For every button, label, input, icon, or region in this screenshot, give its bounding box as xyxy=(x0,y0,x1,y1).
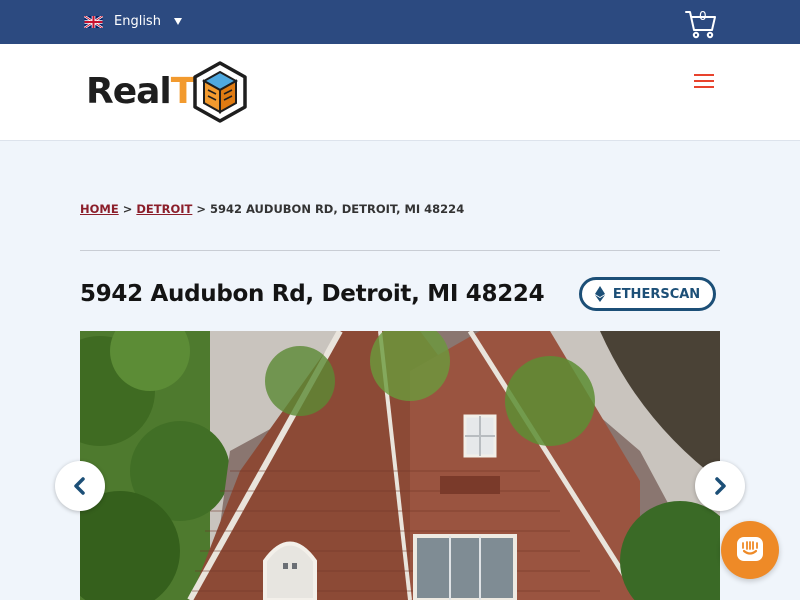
gallery-next-button[interactable] xyxy=(695,461,745,511)
chat-icon xyxy=(737,537,763,561)
breadcrumb: HOME > DETROIT >5942 AUDUBON RD, DETROIT, M… xyxy=(80,202,464,216)
etherscan-label: ETHERSCAN xyxy=(612,286,701,302)
site-header: RealT xyxy=(0,44,800,141)
gallery-prev-button[interactable] xyxy=(55,461,105,511)
cart-count: 0 xyxy=(699,9,707,23)
chat-button[interactable] xyxy=(721,521,779,579)
etherscan-button[interactable]: ETHERSCAN xyxy=(579,277,716,311)
logo-cube-icon xyxy=(193,61,248,123)
breadcrumb-current: 5942 AUDUBON RD, DETROIT, MI 48224 xyxy=(210,202,465,216)
chevron-left-icon xyxy=(74,477,85,495)
breadcrumb-city-link[interactable]: DETROIT xyxy=(136,202,192,216)
breadcrumb-home-link[interactable]: HOME xyxy=(80,202,119,216)
language-selector[interactable]: English xyxy=(84,14,182,29)
language-label: English xyxy=(114,14,161,29)
ethereum-icon xyxy=(594,286,605,302)
divider xyxy=(80,250,720,251)
breadcrumb-separator: > xyxy=(122,202,133,216)
chevron-right-icon xyxy=(715,477,726,495)
realt-logo[interactable]: RealT xyxy=(86,60,248,124)
logo-text-main: Real xyxy=(86,71,172,112)
house-photo-illustration xyxy=(80,331,720,600)
top-bar: English 0 xyxy=(0,0,800,44)
breadcrumb-separator: > xyxy=(196,202,206,216)
cart-button[interactable]: 0 xyxy=(684,6,718,40)
uk-flag-icon xyxy=(84,15,103,28)
property-photo[interactable] xyxy=(80,331,720,600)
page-title: 5942 Audubon Rd, Detroit, MI 48224 xyxy=(80,281,545,307)
logo-text: RealT xyxy=(86,71,196,112)
caret-down-icon xyxy=(173,18,182,25)
hamburger-menu-icon[interactable] xyxy=(694,74,714,90)
logo-text-accent: T xyxy=(170,71,196,112)
